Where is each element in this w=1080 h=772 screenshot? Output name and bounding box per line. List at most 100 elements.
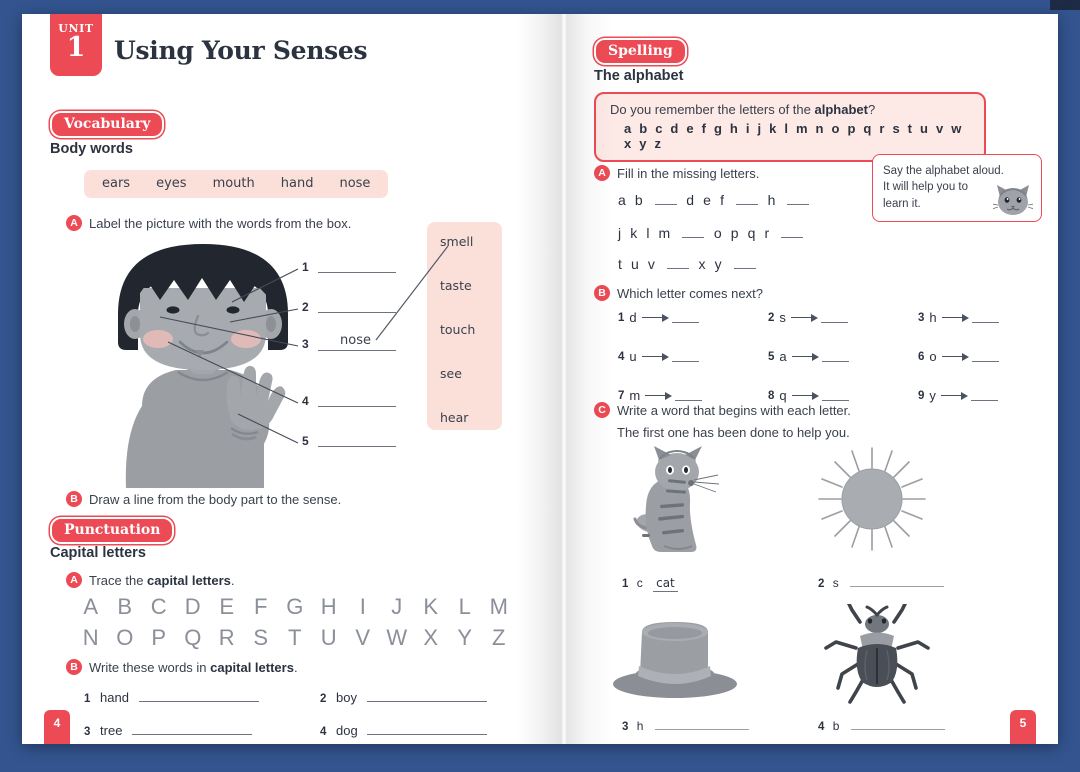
trace-letter[interactable]: Q	[176, 625, 210, 651]
task-spell-b-text: Which letter comes next?	[617, 286, 763, 301]
capital-word-item: 2 boy	[320, 690, 487, 705]
trace-letter[interactable]: I	[346, 594, 380, 620]
item-answer-line[interactable]	[138, 701, 259, 702]
callout-leader-lines	[159, 268, 299, 444]
body-parts-illustration-area: 1 2 3 nose 4 5 smell taste touch see hea…	[22, 222, 562, 488]
task-punct-a-text: Trace the capital letters.	[89, 572, 235, 590]
alphabet-reminder-callout: Do you remember the letters of the alpha…	[594, 92, 986, 162]
task-spell-a: A Fill in the missing letters.	[594, 165, 759, 183]
item-answer-line[interactable]	[970, 390, 998, 401]
item-answer-line[interactable]	[971, 351, 999, 362]
letter: x	[698, 256, 709, 272]
missing-letters-row-3[interactable]: t u v x y	[618, 256, 759, 272]
item-answer: cat	[653, 576, 678, 592]
trace-letter[interactable]: J	[380, 594, 414, 620]
trace-letter[interactable]: U	[312, 625, 346, 651]
task-marker-b: B	[66, 491, 82, 507]
trace-letter[interactable]: X	[414, 625, 448, 651]
trace-letter[interactable]: B	[108, 594, 142, 620]
trace-letter[interactable]: W	[380, 625, 414, 651]
hat-illustration	[613, 622, 737, 698]
task-marker-a: A	[66, 572, 82, 588]
item-letter: h	[929, 310, 937, 325]
beetle-illustration	[824, 604, 930, 704]
trace-letter[interactable]: H	[312, 594, 346, 620]
task-punct-a: A Trace the capital letters.	[66, 572, 235, 590]
trace-letter[interactable]: K	[414, 594, 448, 620]
capital-word-item: 4 dog	[320, 723, 488, 738]
letter: r	[764, 225, 772, 241]
trace-letter[interactable]: S	[244, 625, 278, 651]
cat-illustration	[633, 446, 720, 552]
item-number: 2	[768, 311, 775, 324]
task-c-item-2: 2 s	[818, 576, 945, 590]
trace-letter[interactable]: O	[108, 625, 142, 651]
trace-letter[interactable]: Y	[448, 625, 482, 651]
item-answer-line[interactable]	[821, 390, 849, 401]
item-number: 6	[918, 350, 925, 363]
trace-letter[interactable]: P	[142, 625, 176, 651]
trace-letter[interactable]: M	[482, 594, 516, 620]
item-letter: d	[629, 310, 637, 325]
subheading-capital-letters: Capital letters	[50, 545, 146, 561]
item-answer-line[interactable]	[671, 312, 699, 323]
item-answer-line[interactable]	[971, 312, 999, 323]
missing-letter-blank[interactable]	[654, 193, 677, 205]
answer-line-5[interactable]	[318, 446, 396, 447]
item-answer-line[interactable]	[821, 351, 849, 362]
task-c-item-4: 4 b	[818, 719, 945, 733]
arrow-icon	[645, 391, 673, 400]
missing-letter-blank[interactable]	[736, 193, 759, 205]
word-bank-item: hand	[280, 176, 314, 191]
trace-letter[interactable]: E	[210, 594, 244, 620]
item-answer-line[interactable]	[850, 719, 945, 730]
trace-letter[interactable]: R	[210, 625, 244, 651]
trace-alphabet-row-1[interactable]: A B C D E F G H I J K L M	[74, 594, 516, 620]
match-line-nose-smell	[375, 245, 449, 341]
item-answer-line[interactable]	[675, 390, 703, 401]
arrow-icon	[941, 352, 969, 361]
missing-letter-blank[interactable]	[781, 226, 804, 238]
answer-line-4[interactable]	[318, 406, 396, 407]
item-number: 8	[768, 389, 775, 402]
trace-letter[interactable]: D	[176, 594, 210, 620]
item-letter: s	[832, 576, 839, 590]
item-answer-line[interactable]	[850, 576, 945, 587]
missing-letter-blank[interactable]	[667, 257, 689, 269]
next-letter-item: 1 d	[618, 310, 768, 325]
task-spell-c: C Write a word that begins with each let…	[594, 402, 851, 420]
item-answer-line[interactable]	[366, 701, 487, 702]
item-answer-line[interactable]	[654, 719, 749, 730]
task-marker-a: A	[594, 165, 610, 181]
trace-letter[interactable]: V	[346, 625, 380, 651]
item-answer-line[interactable]	[367, 734, 488, 735]
trace-alphabet-row-2[interactable]: N O P Q R S T U V W X Y Z	[74, 625, 516, 651]
next-letter-item: 5 a	[768, 349, 918, 364]
missing-letter-blank[interactable]	[682, 226, 705, 238]
trace-letter[interactable]: L	[448, 594, 482, 620]
item-letter: m	[629, 388, 641, 403]
trace-letter[interactable]: Z	[482, 625, 516, 651]
missing-letters-row-2[interactable]: j k l m o p q r	[618, 225, 806, 241]
item-answer-line[interactable]	[671, 351, 699, 362]
item-number: 7	[618, 389, 625, 402]
item-number: 4	[618, 350, 625, 363]
trace-letter[interactable]: F	[244, 594, 278, 620]
arrow-icon	[941, 313, 969, 322]
item-number: 9	[918, 389, 925, 402]
missing-letter-blank[interactable]	[733, 257, 756, 269]
item-answer-line[interactable]	[132, 734, 253, 735]
missing-letters-row-1[interactable]: a b d e f h	[618, 192, 812, 208]
trace-letter[interactable]: C	[142, 594, 176, 620]
trace-letter[interactable]: N	[74, 625, 108, 651]
arrow-icon	[791, 391, 819, 400]
task-marker-c: C	[594, 402, 610, 418]
trace-letter[interactable]: A	[74, 594, 108, 620]
item-answer-line[interactable]	[820, 312, 848, 323]
next-letter-item: 3 h	[918, 310, 1058, 325]
trace-letter[interactable]: T	[278, 625, 312, 651]
missing-letter-blank[interactable]	[787, 193, 810, 205]
letter: d	[686, 192, 697, 208]
trace-letter[interactable]: G	[278, 594, 312, 620]
next-letter-item: 8 q	[768, 388, 918, 403]
